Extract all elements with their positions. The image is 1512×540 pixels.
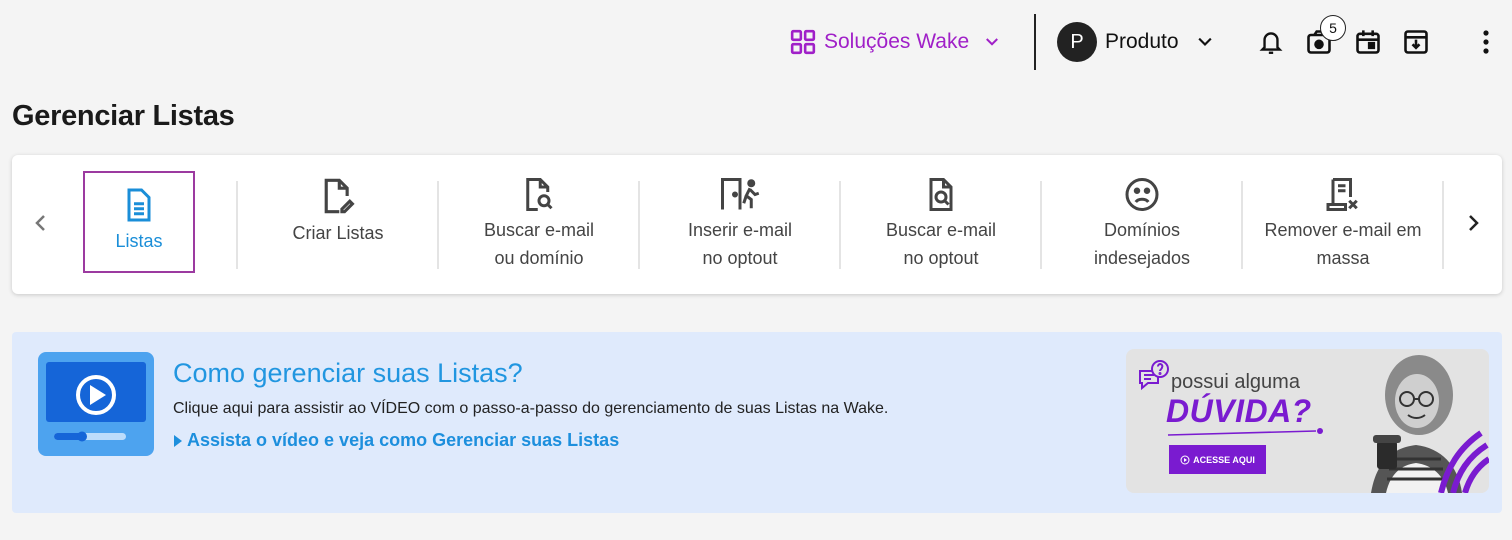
tab-criar-listas[interactable]: Criar Listas <box>238 177 438 272</box>
tab-buscar-email-dominio[interactable]: Buscar e-mail ou domínio <box>439 177 639 272</box>
tab-label: Domínios <box>1103 220 1181 240</box>
calendar-icon[interactable] <box>1352 26 1384 58</box>
tab-label: Buscar e-mail <box>885 220 997 240</box>
document-magnify-icon <box>929 178 953 211</box>
video-link-label: Assista o vídeo e veja como Gerenciar su… <box>187 430 620 450</box>
document-search-icon <box>526 178 553 211</box>
tab-divider <box>1442 181 1444 269</box>
tab-inserir-email-optout[interactable]: Inserir e-mail no optout <box>640 177 840 272</box>
tab-buscar-email-optout[interactable]: Buscar e-mail no optout <box>841 177 1041 272</box>
solucoes-label: Soluções Wake <box>824 30 970 53</box>
avatar: P <box>1057 22 1097 62</box>
chat-question-icon <box>1139 360 1169 391</box>
ad-access-button[interactable]: ACESSE AQUI <box>1169 445 1266 474</box>
help-banner: Como gerenciar suas Listas? Clique aqui … <box>12 332 1502 513</box>
tab-listas[interactable]: Listas <box>83 171 195 273</box>
document-remove-icon <box>1326 178 1358 211</box>
scroll-left-arrow-icon[interactable] <box>22 205 58 241</box>
person-photo-graphic <box>1331 349 1489 493</box>
chevron-down-icon <box>1197 37 1212 47</box>
ad-underline-graphic <box>1167 428 1323 436</box>
tabs-card: Listas Criar Listas Buscar e-mail ou dom… <box>12 155 1502 294</box>
banner-title: Como gerenciar suas Listas? <box>173 358 523 388</box>
more-vertical-icon[interactable] <box>1470 26 1502 58</box>
apps-grid-icon <box>790 29 816 55</box>
tab-label-2: no optout <box>702 248 778 268</box>
tab-label-2: indesejados <box>1093 248 1191 268</box>
video-player-icon[interactable] <box>38 352 154 456</box>
download-box-icon[interactable] <box>1400 26 1432 58</box>
tab-label-2: massa <box>1316 248 1370 268</box>
page-title: Gerenciar Listas <box>12 100 235 132</box>
scroll-right-arrow-icon[interactable] <box>1456 205 1492 241</box>
play-small-icon <box>174 434 182 447</box>
banner-description: Clique aqui para assistir ao VÍDEO com o… <box>173 400 889 417</box>
exit-door-icon <box>721 178 760 210</box>
tab-label: Inserir e-mail <box>687 220 793 240</box>
tab-label-2: no optout <box>903 248 979 268</box>
help-ad-banner[interactable]: possui alguma DÚVIDA? ACESSE AQUI <box>1126 349 1489 493</box>
ad-line2: DÚVIDA? <box>1166 393 1312 429</box>
header-divider <box>1034 14 1036 70</box>
sad-face-icon <box>1125 178 1159 211</box>
solucoes-wake-menu[interactable]: Soluções Wake <box>790 26 1001 58</box>
tab-remover-email-massa[interactable]: Remover e-mail em massa <box>1243 177 1443 272</box>
document-icon <box>127 188 151 222</box>
user-menu[interactable]: P Produto <box>1057 21 1215 63</box>
tab-label-2: ou domínio <box>494 248 584 268</box>
play-circle-icon <box>1180 455 1190 464</box>
chevron-down-icon <box>986 38 999 46</box>
tab-label: Buscar e-mail <box>483 220 595 240</box>
video-link[interactable]: Assista o vídeo e veja como Gerenciar su… <box>173 430 619 451</box>
notifications-bell-icon[interactable] <box>1255 26 1287 58</box>
tab-label: Remover e-mail em <box>1264 220 1422 240</box>
ad-button-label: ACESSE AQUI <box>1193 454 1255 465</box>
ad-line1: possui alguma <box>1171 371 1300 393</box>
tab-label: Criar Listas <box>292 223 384 243</box>
document-edit-icon <box>324 178 355 214</box>
top-bar: Soluções Wake P Produto 5 <box>0 0 1512 84</box>
user-name: Produto <box>1105 30 1179 53</box>
tab-label: Listas <box>115 231 163 251</box>
notification-badge: 5 <box>1320 15 1346 41</box>
tab-dominios-indesejados[interactable]: Domínios indesejados <box>1042 177 1242 272</box>
